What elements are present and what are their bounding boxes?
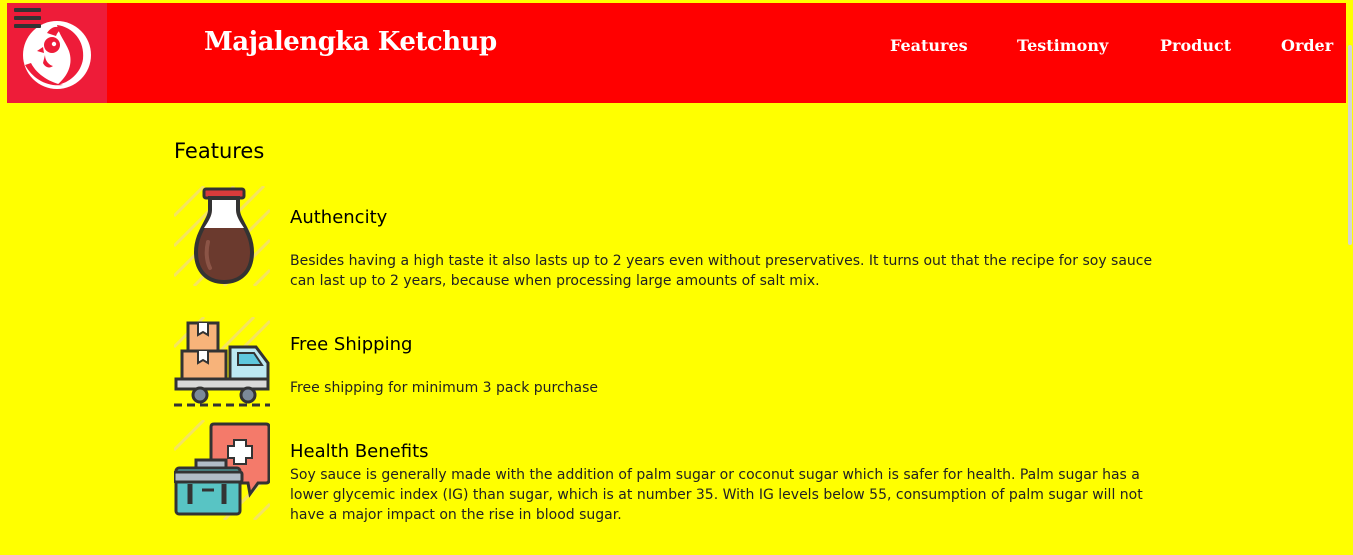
soy-sauce-bottle-icon (172, 184, 272, 290)
site-header: Majalengka Ketchup Features Testimony Pr… (7, 3, 1346, 103)
nav-link-features[interactable]: Features (890, 36, 968, 55)
nav-link-product[interactable]: Product (1160, 36, 1231, 55)
feature-description: Soy sauce is generally made with the add… (290, 467, 1143, 523)
hamburger-bar (14, 8, 41, 12)
feature-description: Besides having a high taste it also last… (290, 253, 1153, 289)
hamburger-bar (14, 24, 41, 28)
feature-description: Free shipping for minimum 3 pack purchas… (290, 380, 599, 396)
logo[interactable] (7, 3, 107, 103)
section-title: Features (174, 139, 265, 163)
brand-title: Majalengka Ketchup (204, 27, 497, 57)
feature-title: Free Shipping (290, 334, 413, 355)
nav-link-testimony[interactable]: Testimony (1017, 36, 1108, 55)
medical-kit-icon (172, 418, 272, 524)
delivery-truck-icon (172, 315, 272, 413)
feature-title: Authencity (290, 207, 388, 228)
nav-link-order[interactable]: Order (1281, 36, 1333, 55)
hamburger-bar (14, 16, 41, 20)
feature-title: Health Benefits (290, 441, 429, 462)
vertical-scrollbar[interactable] (1348, 45, 1352, 245)
menu-toggle-button[interactable] (14, 8, 41, 28)
